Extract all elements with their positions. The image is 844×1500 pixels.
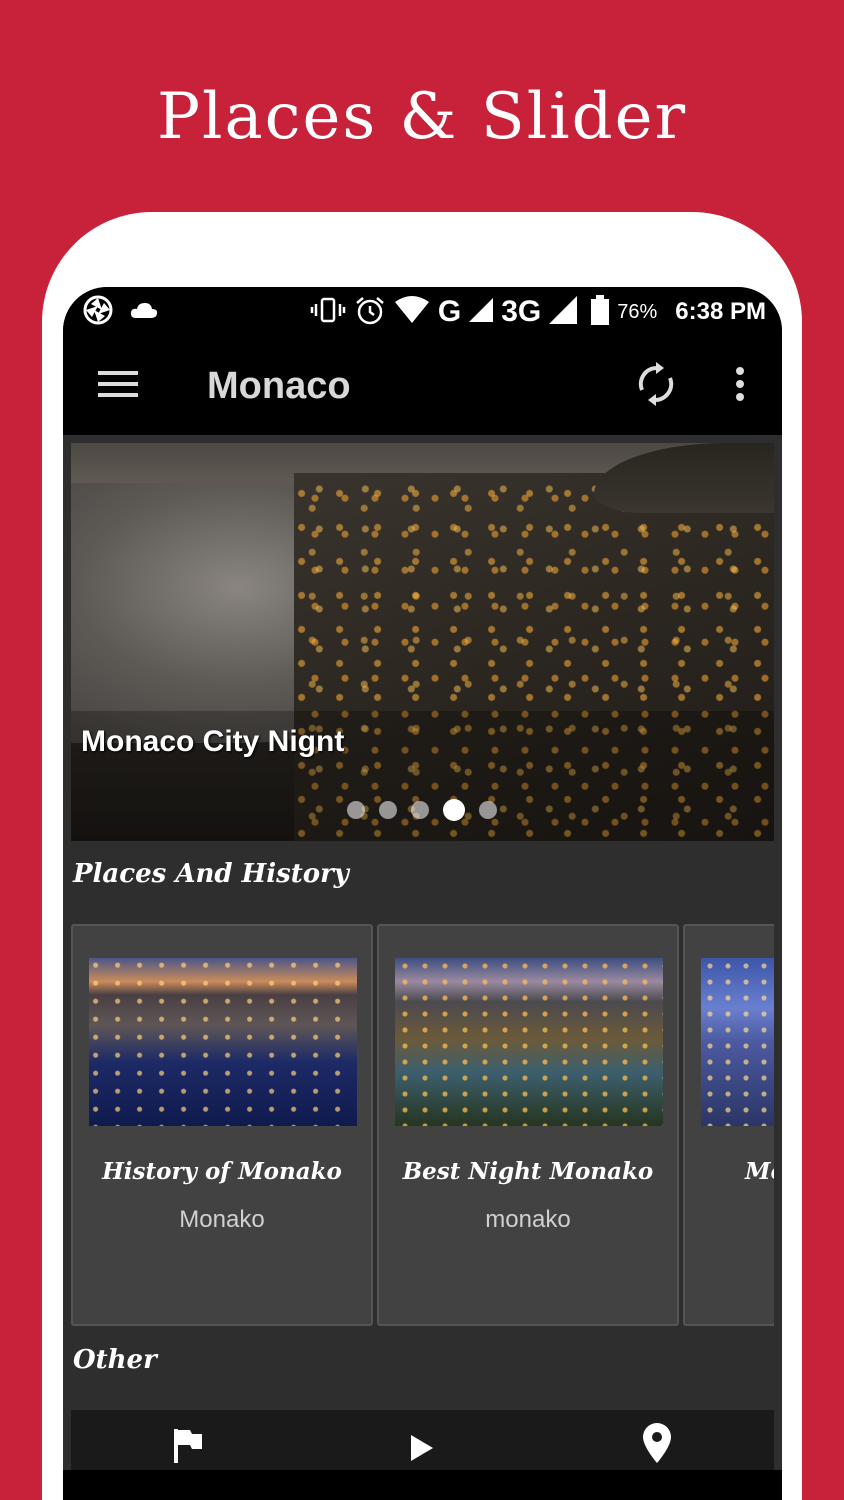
menu-button[interactable] [63,337,173,435]
place-card-image [395,958,663,1126]
place-card[interactable]: Best Night Monako monako [377,924,679,1326]
page-title: Monaco [207,364,351,407]
signal-icon [469,297,494,327]
aperture-icon [83,295,113,330]
wifi-icon [394,295,430,329]
promo-title: Places & Slider [156,80,688,154]
places-carousel[interactable]: History of Monako Monako Best Night Mona… [71,924,774,1326]
section-title-other: Other [73,1345,157,1375]
tab-play[interactable] [305,1410,539,1470]
sync-icon [636,361,676,411]
place-card-subtitle: monako [485,1206,571,1233]
alarm-icon [354,295,386,330]
location-pin-icon [642,1423,672,1468]
tab-flag[interactable] [71,1410,305,1470]
slider-image-hill [594,443,774,513]
place-card-title: Mo [745,1158,774,1185]
place-card-image [89,958,357,1126]
place-card-image [701,958,774,1126]
bottom-tab-bar [71,1410,774,1470]
flag-icon [172,1427,204,1468]
status-bar: G 3G 76% 6:38 PM [63,287,782,337]
system-nav-bar [63,1470,782,1500]
slider-dot[interactable] [347,801,365,819]
network-type-3g: 3G [501,295,542,328]
vibrate-icon [310,296,346,329]
slider-dot-active[interactable] [443,799,465,821]
clock: 6:38 PM [675,298,766,325]
battery-percent: 76% [617,300,658,323]
cloud-icon [129,300,159,325]
signal-icon [549,295,578,329]
section-title-places: Places And History [73,859,349,889]
place-card[interactable]: History of Monako Monako [71,924,373,1326]
app-screen: G 3G 76% 6:38 PM Monaco Monaco City Nign… [63,287,782,1500]
place-card-subtitle: Monako [179,1206,265,1233]
overflow-menu-button[interactable] [698,337,782,435]
slider-indicator [347,799,497,821]
app-toolbar: Monaco [63,337,782,435]
sync-button[interactable] [614,337,698,435]
play-icon [409,1433,435,1468]
slider-caption: Monaco City Nignt [81,725,345,758]
image-slider[interactable]: Monaco City Nignt [71,443,774,841]
more-vertical-icon [735,366,745,407]
slider-dot[interactable] [479,801,497,819]
hamburger-icon [98,369,138,404]
battery-icon [591,294,610,330]
place-card-title: Best Night Monako [402,1158,654,1185]
tab-location[interactable] [540,1410,774,1470]
place-card-title: History of Monako [102,1158,342,1185]
slider-dot[interactable] [411,801,429,819]
slider-dot[interactable] [379,801,397,819]
network-type-g: G [437,295,462,328]
place-card[interactable]: Mo [683,924,774,1326]
